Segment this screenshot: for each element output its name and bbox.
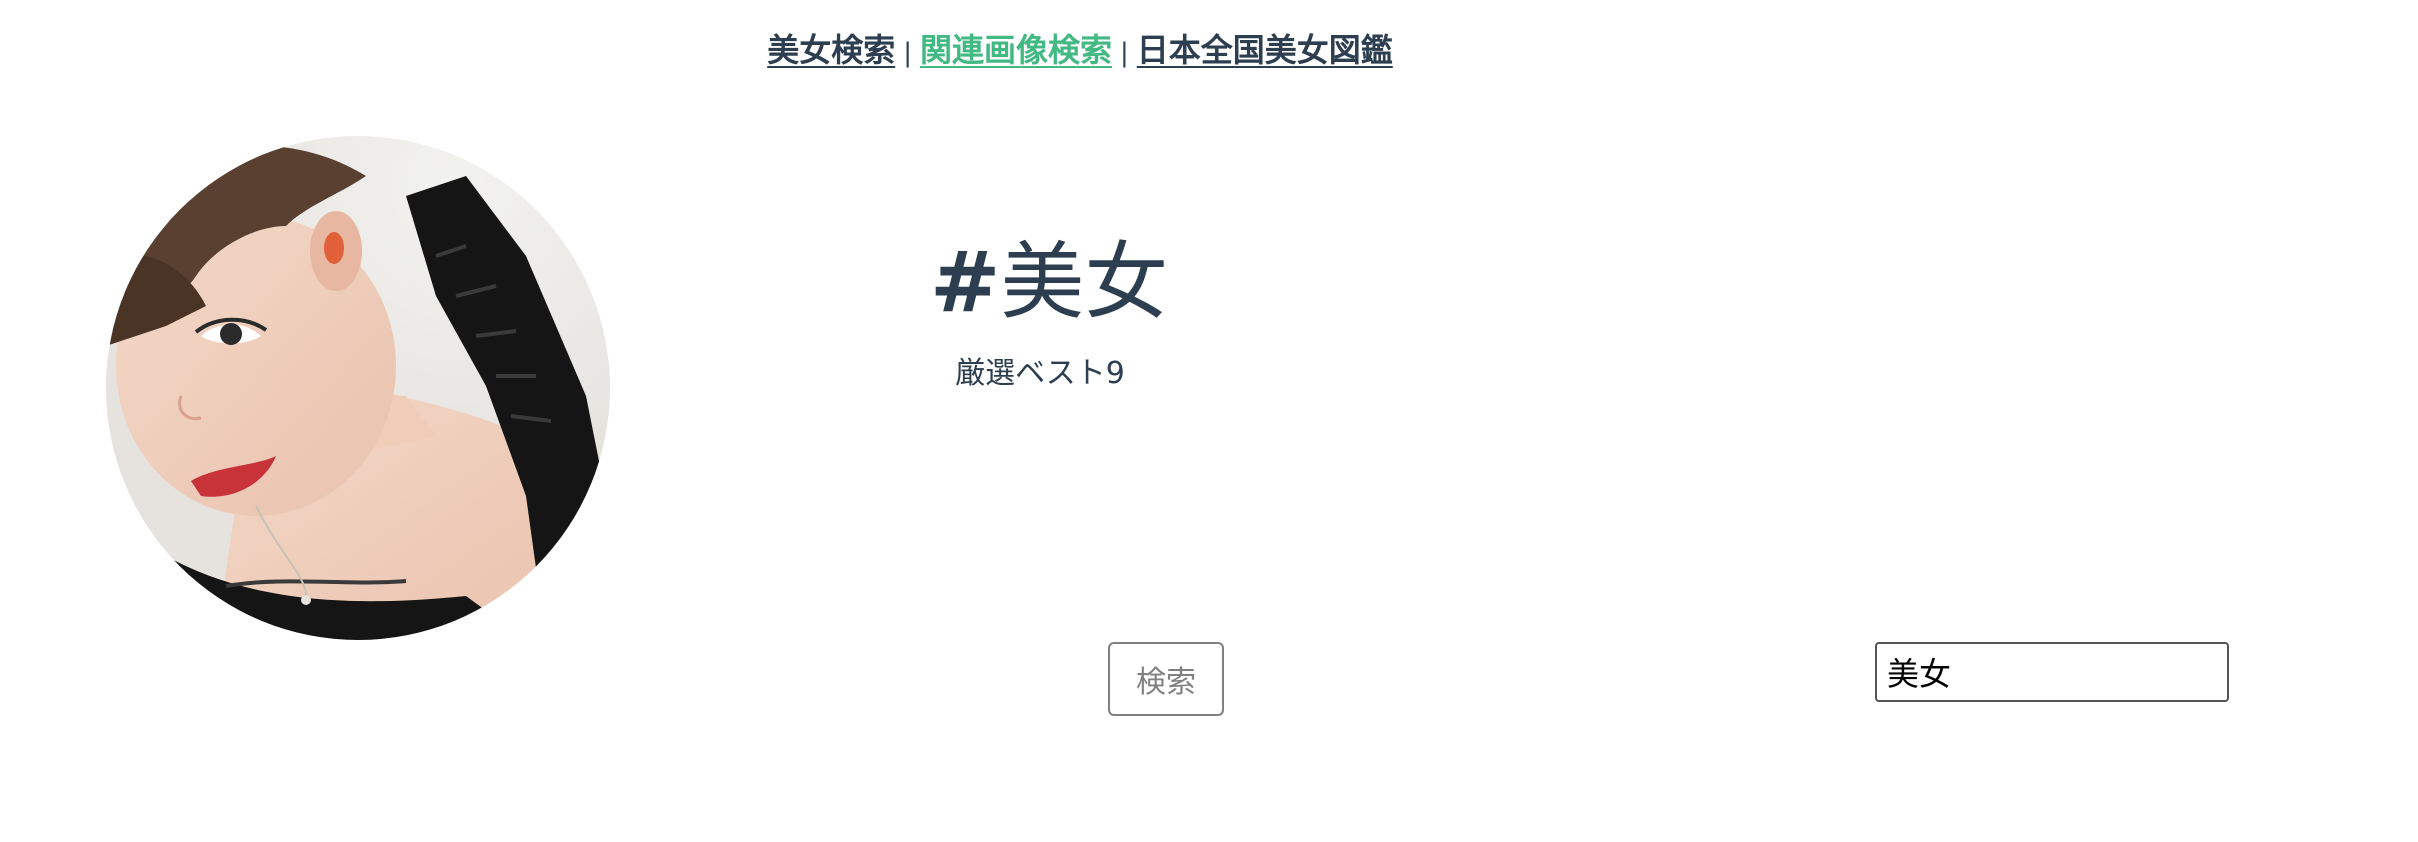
portrait-photo [106,136,610,640]
title-block: #美女 厳選ベスト9 [930,222,1168,394]
search-input[interactable] [1875,642,2229,702]
nav-separator: | [903,38,912,68]
search-button[interactable]: 検索 [1108,642,1224,716]
page-title-text: 美女 [1000,233,1169,331]
profile-avatar-image [106,136,610,640]
nav-link-bijo-search[interactable]: 美女検索 [767,31,895,69]
top-nav: 美女検索 | 関連画像検索 | 日本全国美女図鑑 [0,28,2160,75]
hash-symbol: # [930,233,1001,331]
nav-link-related-image-search[interactable]: 関連画像検索 [920,31,1112,69]
nav-separator: | [1120,38,1129,68]
page-subtitle: 厳選ベスト9 [955,356,1125,391]
nav-link-japan-bijo-zukan[interactable]: 日本全国美女図鑑 [1137,31,1393,69]
page-title: #美女 [930,222,1168,342]
